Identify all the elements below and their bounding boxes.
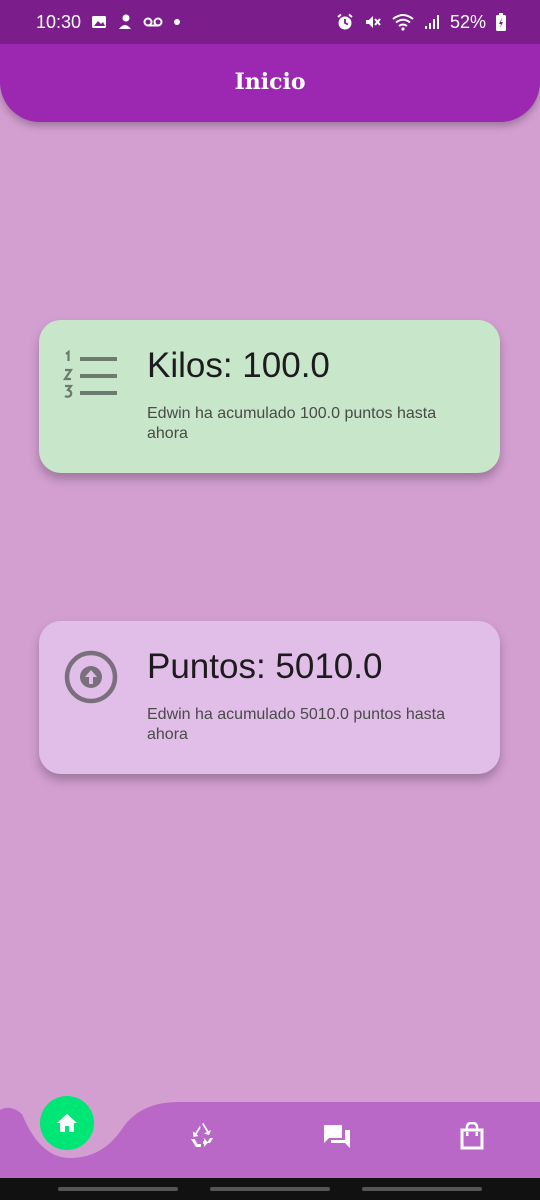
kilos-card[interactable]: Kilos: 100.0 Edwin ha acumulado 100.0 pu… [39,320,500,473]
alarm-icon [336,13,354,31]
recycle-icon [191,1123,213,1147]
more-notifications-dot-icon [173,18,181,26]
bottom-navigation [0,1096,540,1178]
puntos-title: Puntos: 5010.0 [147,647,383,686]
battery-percent: 52% [449,11,486,32]
nav-chat-button[interactable] [317,1116,357,1156]
gesture-pill-left[interactable] [58,1187,178,1191]
puntos-card-body: Puntos: 5010.0 Edwin ha acumulado 5010.0… [147,649,477,745]
home-icon [57,1114,77,1132]
gallery-notification-icon [91,14,107,30]
wifi-icon [392,13,414,31]
voicemail-icon [143,16,163,28]
gesture-pill-center[interactable] [210,1187,330,1191]
arrow-circle-up-icon [63,649,119,705]
mute-icon [364,13,382,31]
app-bar: Inicio [0,44,540,122]
puntos-subtitle: Edwin ha acumulado 5010.0 puntos hasta a… [147,706,445,743]
nav-recycle-button[interactable] [182,1116,222,1156]
status-time: 10:30 [36,11,82,32]
kilos-subtitle: Edwin ha acumulado 100.0 puntos hasta ah… [147,405,437,442]
nav-home-button[interactable] [40,1096,94,1150]
app-notification-icon [117,13,133,31]
puntos-card[interactable]: Puntos: 5010.0 Edwin ha acumulado 5010.0… [39,621,500,774]
format-list-numbered-icon [62,348,119,404]
kilos-card-body: Kilos: 100.0 Edwin ha acumulado 100.0 pu… [147,348,477,444]
status-left: 10:30 [36,12,181,33]
kilos-title: Kilos: 100.0 [147,346,330,385]
battery-charging-icon [496,13,506,31]
page-title: Inicio [234,69,306,95]
nav-shop-button[interactable] [452,1116,492,1156]
system-gesture-bar [0,1178,540,1200]
chat-icon [324,1125,350,1148]
signal-icon [424,14,440,30]
status-bar: 10:30 52% [0,0,540,44]
gesture-pill-right[interactable] [362,1187,482,1191]
status-right: 52% [336,12,506,33]
shopping-bag-icon [460,1122,484,1150]
